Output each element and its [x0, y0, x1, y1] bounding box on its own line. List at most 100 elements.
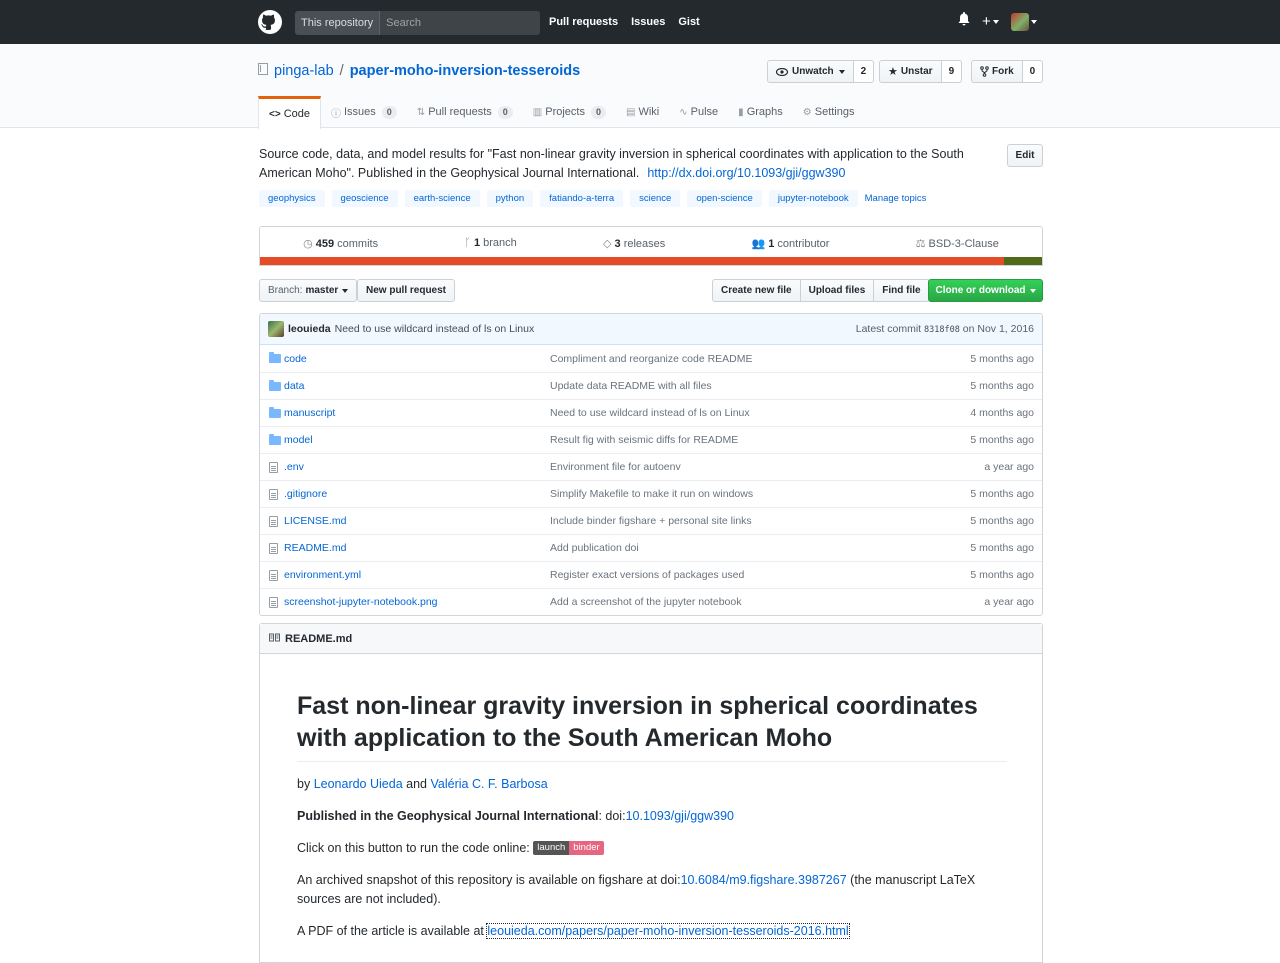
- find-file-button[interactable]: Find file: [873, 279, 930, 302]
- clone-or-download-button[interactable]: Clone or download: [928, 279, 1043, 302]
- file-name-link[interactable]: README.md: [284, 542, 550, 554]
- latest-commit-prefix: Latest commit: [855, 323, 922, 335]
- commit-message[interactable]: Need to use wildcard instead of ls on Li…: [335, 323, 535, 335]
- tab-wiki[interactable]: ▤ Wiki: [616, 96, 669, 128]
- file-commit-message[interactable]: Register exact versions of packages used: [550, 569, 932, 581]
- readme-filename: README.md: [285, 632, 353, 645]
- commit-author[interactable]: leouieda: [288, 323, 331, 335]
- file-name-link[interactable]: .gitignore: [284, 488, 550, 500]
- file-name-link[interactable]: model: [284, 434, 550, 446]
- topic-tag[interactable]: open-science: [687, 190, 762, 207]
- avatar: [268, 321, 284, 337]
- tab-pull-requests[interactable]: ⇅ Pull requests 0: [407, 96, 523, 128]
- chevron-down-icon: [1030, 20, 1037, 24]
- tab-graphs[interactable]: ▮ Graphs: [728, 96, 793, 128]
- author-link[interactable]: Leonardo Uieda: [314, 777, 403, 791]
- file-commit-message[interactable]: Compliment and reorganize code README: [550, 353, 932, 365]
- manage-topics-link[interactable]: Manage topics: [865, 193, 927, 204]
- tab-pulse[interactable]: ∿ Pulse: [669, 96, 728, 128]
- file-name-link[interactable]: environment.yml: [284, 569, 550, 581]
- global-header: This repository Search Pull requests Iss…: [0, 0, 1280, 44]
- watch-count[interactable]: 2: [853, 60, 875, 83]
- topic-tag[interactable]: python: [486, 190, 534, 207]
- description-text: Source code, data, and model results for…: [259, 147, 964, 180]
- scope-label[interactable]: This repository: [295, 11, 381, 35]
- star-action: ★ Unstar 9: [879, 60, 963, 83]
- commit-date: on Nov 1, 2016: [962, 323, 1034, 335]
- fork-action: Fork 0: [971, 60, 1044, 83]
- repo-header: pinga-lab / paper-moho-inversion-tessero…: [0, 44, 1280, 129]
- upload-files-button[interactable]: Upload files: [799, 279, 875, 302]
- topic-tag[interactable]: earth-science: [404, 190, 480, 207]
- readme-panel: README.md Fast non-linear gravity invers…: [259, 623, 1043, 963]
- fork-button[interactable]: Fork: [971, 60, 1023, 83]
- contributors-link[interactable]: 👥 1 contributor: [752, 237, 830, 250]
- file-commit-message[interactable]: Add a screenshot of the jupyter notebook: [550, 596, 932, 608]
- tab-projects[interactable]: ▥ Projects 0: [523, 96, 616, 128]
- unwatch-button[interactable]: Unwatch: [767, 60, 854, 83]
- language-bar[interactable]: [260, 257, 1042, 265]
- language-segment: [1004, 257, 1042, 265]
- bell-icon[interactable]: [958, 12, 970, 32]
- releases-link[interactable]: ◇ 3 releases: [603, 237, 665, 250]
- file-name-link[interactable]: data: [284, 380, 550, 392]
- repo-owner-link[interactable]: pinga-lab: [274, 63, 334, 79]
- file-commit-message[interactable]: Update data README with all files: [550, 380, 932, 392]
- file-name-link[interactable]: code: [284, 353, 550, 365]
- file-commit-message[interactable]: Add publication doi: [550, 542, 932, 554]
- doi-link[interactable]: 10.1093/gji/ggw390: [626, 809, 734, 823]
- badge-right: binder: [569, 841, 604, 855]
- launch-binder-badge[interactable]: launch binder: [533, 841, 604, 855]
- tab-settings[interactable]: ⚙ Settings: [793, 96, 865, 128]
- file-name-link[interactable]: screenshot-jupyter-notebook.png: [284, 596, 550, 608]
- pdf-link[interactable]: leouieda.com/papers/paper-moho-inversion…: [486, 923, 850, 939]
- file-commit-message[interactable]: Include binder figshare + personal site …: [550, 515, 932, 527]
- repo-name-link[interactable]: paper-moho-inversion-tesseroids: [350, 63, 580, 79]
- file-commit-message[interactable]: Need to use wildcard instead of ls on Li…: [550, 407, 932, 419]
- new-pull-request-button[interactable]: New pull request: [357, 279, 456, 302]
- commits-link[interactable]: ◷ 459 commits: [303, 237, 378, 250]
- tab-issues[interactable]: ⓘ Issues 0: [321, 96, 407, 128]
- nav-issues[interactable]: Issues: [631, 16, 665, 28]
- file-commit-message[interactable]: Simplify Makefile to make it run on wind…: [550, 488, 932, 500]
- file-name-link[interactable]: manuscript: [284, 407, 550, 419]
- topic-tag[interactable]: science: [630, 190, 681, 207]
- branches-link[interactable]: ᚴ1 branch: [464, 237, 516, 249]
- author-link[interactable]: Valéria C. F. Barbosa: [430, 777, 547, 791]
- branch-icon: ᚴ: [464, 237, 471, 249]
- github-logo-icon[interactable]: [258, 10, 282, 34]
- user-menu[interactable]: [1010, 13, 1037, 31]
- license-link[interactable]: ⚖ BSD-3-Clause: [916, 237, 999, 250]
- file-age: a year ago: [984, 596, 1034, 608]
- create-new-file-button[interactable]: Create new file: [712, 279, 801, 302]
- edit-button[interactable]: Edit: [1007, 144, 1043, 167]
- fork-count[interactable]: 0: [1022, 60, 1044, 83]
- description-link[interactable]: http://dx.doi.org/10.1093/gji/ggw390: [647, 166, 845, 180]
- branch-label: branch: [483, 237, 517, 249]
- file-commit-message[interactable]: Environment file for autoenv: [550, 461, 932, 473]
- commit-sha[interactable]: 8318f08: [924, 325, 960, 335]
- nav-gist[interactable]: Gist: [678, 16, 699, 28]
- file-age: a year ago: [984, 461, 1034, 473]
- file-commit-message[interactable]: Result fig with seismic diffs for README: [550, 434, 932, 446]
- eye-icon: [776, 67, 788, 76]
- branch-selector[interactable]: Branch: master: [259, 279, 358, 302]
- topic-tag[interactable]: geophysics: [259, 190, 325, 207]
- search-input[interactable]: Search: [380, 11, 541, 35]
- unstar-button[interactable]: ★ Unstar: [879, 60, 942, 83]
- file-name-link[interactable]: LICENSE.md: [284, 515, 550, 527]
- topic-tag[interactable]: geoscience: [331, 190, 398, 207]
- folder-icon: [260, 406, 284, 418]
- nav-pull-requests[interactable]: Pull requests: [549, 16, 618, 28]
- file-name-link[interactable]: .env: [284, 461, 550, 473]
- topic-tag[interactable]: jupyter-notebook: [768, 190, 858, 207]
- table-row: environment.yml Register exact versions o…: [260, 561, 1042, 588]
- avatar: [1010, 13, 1029, 31]
- topic-tag[interactable]: fatiando-a-terra: [540, 190, 624, 207]
- plus-icon[interactable]: +: [982, 12, 999, 32]
- figshare-doi-link[interactable]: 10.6084/m9.figshare.3987267: [681, 873, 847, 887]
- tab-code[interactable]: <> Code: [258, 96, 321, 129]
- tab-counter: 0: [497, 105, 513, 119]
- tab-label: Code: [283, 108, 310, 120]
- star-count[interactable]: 9: [941, 60, 963, 83]
